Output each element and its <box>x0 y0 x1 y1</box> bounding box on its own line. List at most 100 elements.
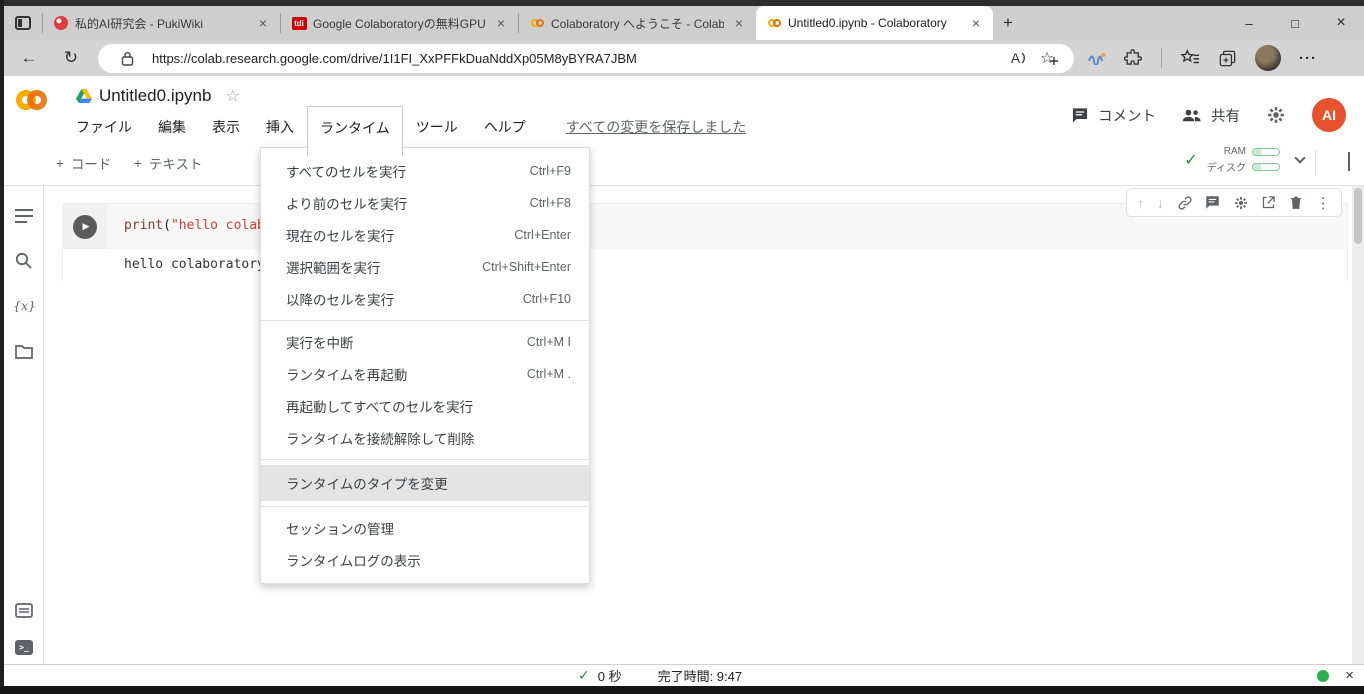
execution-duration: 0 秒 <box>598 666 622 685</box>
menu-item-run-before[interactable]: より前のセルを実行 Ctrl+F8 <box>261 187 589 219</box>
settings-gear-button[interactable] <box>1266 105 1286 125</box>
menu-divider <box>261 320 589 321</box>
completion-time: 完了時間: 9:47 <box>658 666 743 685</box>
open-in-tab-icon[interactable] <box>1261 195 1276 210</box>
run-cell-button[interactable]: ▶ <box>73 215 97 239</box>
scrollbar[interactable] <box>1352 186 1364 664</box>
menu-runtime-open[interactable]: ランタイム <box>307 106 403 156</box>
connection-status-dot <box>1317 670 1329 682</box>
plus-icon: + <box>134 156 142 171</box>
ram-usage-bar <box>1252 148 1280 156</box>
add-text-button[interactable]: + テキスト <box>134 153 203 173</box>
search-icon[interactable] <box>15 252 32 269</box>
menu-edit[interactable]: 編集 <box>158 117 186 137</box>
toolbar-separator <box>1161 48 1162 68</box>
cell-comment-icon[interactable] <box>1205 195 1220 210</box>
browser-address-bar: ← ↻ https://colab.research.google.com/dr… <box>4 40 1364 76</box>
move-cell-up-icon[interactable]: ↑ <box>1137 195 1144 211</box>
left-sidebar: {x} >_ <box>4 186 44 664</box>
disk-usage-bar <box>1252 163 1280 171</box>
tab-title: Untitled0.ipynb - Colaboratory <box>788 16 961 30</box>
browser-tab-bar: 私的AI研究会 - PukiWiki × tdi Google Colabora… <box>4 6 1364 40</box>
ram-label: RAM <box>1224 146 1246 157</box>
menu-item-run-focused[interactable]: 現在のセルを実行 Ctrl+Enter <box>261 219 589 251</box>
comment-button[interactable]: コメント <box>1071 105 1156 126</box>
browser-profile-avatar[interactable] <box>1255 45 1281 71</box>
browser-tab-pukiwiki[interactable]: 私的AI研究会 - PukiWiki × <box>43 6 280 40</box>
delete-cell-icon[interactable] <box>1289 195 1303 210</box>
add-code-button[interactable]: + コード <box>56 153 111 173</box>
favorites-bar-icon[interactable] <box>1180 49 1200 67</box>
window-frame-top <box>0 0 1364 6</box>
menu-item-view-runtime-logs[interactable]: ランタイムログの表示 <box>261 544 589 576</box>
menu-insert[interactable]: 挿入 <box>266 117 294 137</box>
resource-monitor[interactable]: ✓ RAM ディスク <box>1184 146 1304 174</box>
tab-title: 私的AI研究会 - PukiWiki <box>75 15 248 32</box>
variables-icon[interactable]: {x} <box>13 298 36 313</box>
menu-help[interactable]: ヘルプ <box>484 117 526 137</box>
refresh-button[interactable]: ↻ <box>54 43 88 73</box>
colab-favicon-icon <box>529 15 545 31</box>
browser-tab-gpu-article[interactable]: tdi Google Colaboratoryの無料GPU環 × <box>281 6 518 40</box>
chevron-down-icon[interactable] <box>1294 152 1305 163</box>
code-snippets-icon[interactable] <box>15 603 33 618</box>
window-maximize-button[interactable]: □ <box>1272 6 1318 40</box>
menu-item-interrupt[interactable]: 実行を中断 Ctrl+M I <box>261 326 589 358</box>
collections-icon[interactable] <box>1218 49 1237 68</box>
menu-view[interactable]: 表示 <box>212 117 240 137</box>
extension-logo-icon[interactable] <box>1088 51 1106 65</box>
menu-item-disconnect-delete[interactable]: ランタイムを接続解除して削除 <box>261 422 589 454</box>
window-close-button[interactable]: × <box>1318 6 1364 40</box>
play-icon: ▶ <box>83 221 90 232</box>
tab-close-icon[interactable]: × <box>967 15 985 31</box>
url-text[interactable]: https://colab.research.google.com/drive/… <box>152 51 1004 66</box>
menu-item-restart-runtime[interactable]: ランタイムを再起動 Ctrl+M . <box>261 358 589 390</box>
terminal-icon[interactable]: >_ <box>15 640 33 655</box>
tab-close-icon[interactable]: × <box>492 15 510 31</box>
new-tab-button[interactable]: + <box>993 6 1023 40</box>
gear-icon <box>1266 105 1286 125</box>
notebook-title[interactable]: Untitled0.ipynb <box>99 86 211 106</box>
menu-item-restart-run-all[interactable]: 再起動してすべてのセルを実行 <box>261 390 589 422</box>
tab-close-icon[interactable]: × <box>254 15 272 31</box>
url-field[interactable]: https://colab.research.google.com/drive/… <box>98 44 1074 73</box>
link-to-cell-icon[interactable] <box>1177 195 1193 211</box>
window-frame-bottom <box>0 686 1364 694</box>
menu-item-run-after[interactable]: 以降のセルを実行 Ctrl+F10 <box>261 283 589 315</box>
tab-close-icon[interactable]: × <box>730 15 748 31</box>
share-button[interactable]: 共有 <box>1182 105 1240 126</box>
menu-file[interactable]: ファイル <box>76 117 132 137</box>
save-status-text[interactable]: すべての変更を保存しました <box>566 117 746 137</box>
files-folder-icon[interactable] <box>15 344 33 359</box>
disk-label: ディスク <box>1207 159 1246 174</box>
menu-item-run-selection[interactable]: 選択範囲を実行 Ctrl+Shift+Enter <box>261 251 589 283</box>
close-statusbar-icon[interactable]: × <box>1345 667 1354 684</box>
lock-icon[interactable] <box>112 51 142 66</box>
scrollbar-thumb[interactable] <box>1354 188 1362 244</box>
menu-divider <box>261 506 589 507</box>
vertical-tabs-button[interactable] <box>4 6 42 40</box>
back-button[interactable]: ← <box>12 43 46 73</box>
window-minimize-button[interactable]: – <box>1226 6 1272 40</box>
runtime-menu-panel: すべてのセルを実行 Ctrl+F9 より前のセルを実行 Ctrl+F8 現在のセ… <box>260 147 590 584</box>
google-drive-icon <box>76 89 92 103</box>
browser-tab-colab-welcome[interactable]: Colaboratory へようこそ - Colabora × <box>519 6 756 40</box>
execution-check-icon: ✓ <box>578 667 590 684</box>
star-notebook-icon[interactable]: ☆ <box>225 86 239 106</box>
browser-tab-untitled0-active[interactable]: Untitled0.ipynb - Colaboratory × <box>756 6 993 40</box>
menu-item-change-runtime-type[interactable]: ランタイムのタイプを変更 <box>261 465 589 501</box>
move-cell-down-icon[interactable]: ↓ <box>1157 195 1164 211</box>
cell-settings-gear-icon[interactable] <box>1233 195 1249 211</box>
people-icon <box>1182 108 1202 123</box>
read-aloud-icon[interactable]: A <box>1004 50 1034 66</box>
add-favorite-icon[interactable]: ☆ <box>1034 48 1064 68</box>
menu-item-manage-sessions[interactable]: セッションの管理 <box>261 512 589 544</box>
extensions-puzzle-icon[interactable] <box>1124 49 1143 68</box>
table-of-contents-icon[interactable] <box>15 208 33 224</box>
more-cell-actions-icon[interactable]: ⋮ <box>1316 194 1331 212</box>
menu-tools[interactable]: ツール <box>416 117 458 137</box>
menu-item-run-all[interactable]: すべてのセルを実行 Ctrl+F9 <box>261 155 589 187</box>
collapse-header-button[interactable] <box>1348 154 1350 172</box>
account-avatar[interactable]: AI <box>1312 98 1346 132</box>
browser-menu-icon[interactable]: ··· <box>1299 50 1317 67</box>
